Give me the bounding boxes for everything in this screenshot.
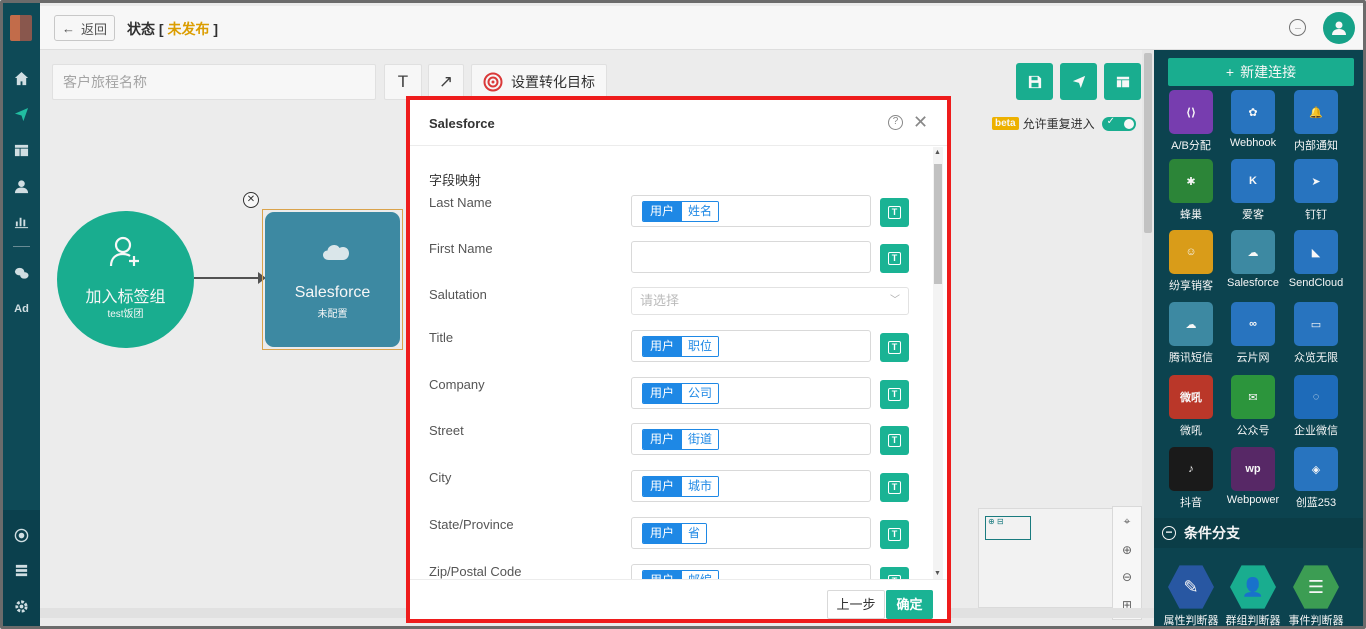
user-attribute-tag[interactable]: 用户邮编 [642,570,720,579]
text-field-icon: T [888,206,901,219]
field-mapping-row: City 用户 城市 T [410,470,930,510]
insert-text-button[interactable]: T [880,567,909,579]
tag-source: 用户 [643,477,682,496]
field-label: Zip/Postal Code [429,564,522,579]
field-label: Title [429,330,454,345]
field-mapping-row: Zip/Postal Code 用户邮编 T [410,564,930,579]
field-value-input[interactable]: 用户 公司 [631,377,871,409]
user-attribute-tag[interactable]: 用户 公司 [642,383,720,404]
user-attribute-tag[interactable]: 用户 职位 [642,336,720,357]
tag-source: 用户 [643,524,682,543]
user-attribute-tag[interactable]: 用户 姓名 [642,201,720,222]
tag-attribute: 城市 [681,477,719,496]
tag-attribute: 职位 [681,337,719,356]
previous-step-button[interactable]: 上一步 [827,590,885,619]
app-window: Ad ← 返回 状态 [ 未发布 ] ··· 客户旅程名称 T ↗ 设置转化目标… [0,0,1366,629]
salesforce-dialog: Salesforce ? ✕ 字段映射 Last Name 用户 姓名 T First … [406,96,951,623]
text-field-icon: T [888,481,901,494]
user-attribute-tag[interactable]: 用户 城市 [642,476,720,497]
field-mapping-row: Street 用户 街道 T [410,423,930,463]
field-value-input[interactable]: 用户 城市 [631,470,871,502]
field-mapping-title: 字段映射 [429,173,482,188]
dialog-title: Salesforce [429,116,495,131]
field-mapping-row: Company 用户 公司 T [410,377,930,417]
field-label: State/Province [429,517,514,532]
tag-source: 用户 [643,430,682,449]
field-value-input[interactable] [631,241,871,273]
tag-source: 用户 [643,202,682,221]
field-label: Last Name [429,195,492,210]
insert-text-button[interactable]: T [880,426,909,455]
tag-source: 用户 [643,571,682,579]
select-placeholder: 请选择 [640,293,680,308]
field-label: Company [429,377,485,392]
dialog-scrollbar[interactable]: ▲ ▼ [933,147,943,579]
insert-text-button[interactable]: T [880,244,909,273]
text-field-icon: T [888,528,901,541]
tag-attribute: 邮编 [681,571,719,579]
salutation-select[interactable]: 请选择 ﹀ [631,287,909,315]
dialog-body: 字段映射 Last Name 用户 姓名 T First Name T Salutation… [410,147,947,579]
confirm-button[interactable]: 确定 [886,590,933,619]
insert-text-button[interactable]: T [880,473,909,502]
field-label: City [429,470,452,485]
field-value-input[interactable]: 用户邮编 [631,564,871,579]
insert-text-button[interactable]: T [880,198,909,227]
field-value-input[interactable]: 用户 职位 [631,330,871,362]
field-label: Salutation [429,287,487,302]
field-label: First Name [429,241,493,256]
insert-text-button[interactable]: T [880,520,909,549]
insert-text-button[interactable]: T [880,380,909,409]
close-icon[interactable]: ✕ [913,112,928,133]
tag-attribute: 公司 [681,384,719,403]
user-attribute-tag[interactable]: 用户省 [642,523,708,544]
insert-text-button[interactable]: T [880,333,909,362]
tag-source: 用户 [643,337,682,356]
field-label: Street [429,423,464,438]
tag-attribute: 姓名 [681,202,719,221]
field-value-input[interactable]: 用户省 [631,517,871,549]
user-attribute-tag[interactable]: 用户 街道 [642,429,720,450]
help-icon[interactable]: ? [888,115,903,130]
dialog-header: Salesforce ? ✕ [410,100,947,146]
field-mapping-row: State/Province 用户省 T [410,517,930,557]
text-field-icon: T [888,252,901,265]
tag-attribute: 省 [681,524,707,543]
field-value-input[interactable]: 用户 姓名 [631,195,871,227]
chevron-down-icon: ﹀ [890,295,900,306]
dialog-footer: 上一步 确定 [410,579,947,623]
text-field-icon: T [888,341,901,354]
field-value-input[interactable]: 用户 街道 [631,423,871,455]
field-mapping-row: Title 用户 职位 T [410,330,930,370]
field-mapping-row: First Name T [410,241,930,281]
tag-attribute: 街道 [681,430,719,449]
field-mapping-row: Last Name 用户 姓名 T [410,195,930,235]
text-field-icon: T [888,434,901,447]
field-mapping-row: Salutation 请选择 ﹀ [410,287,930,327]
text-field-icon: T [888,388,901,401]
tag-source: 用户 [643,384,682,403]
